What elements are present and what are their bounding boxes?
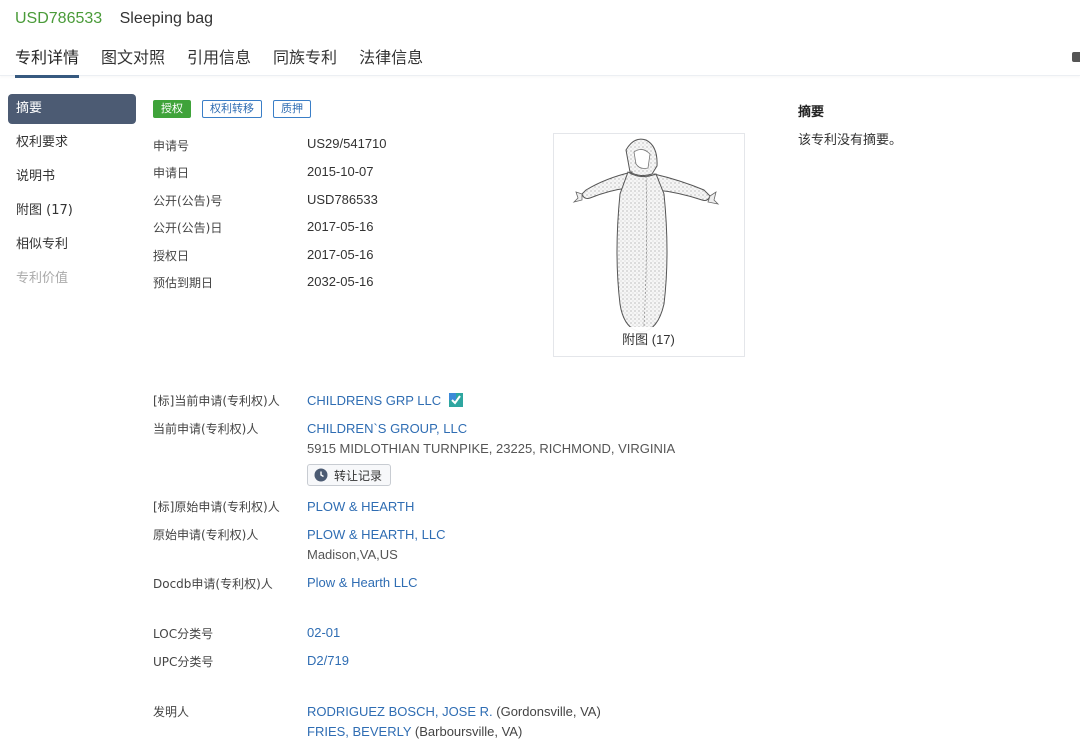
sidebar-item-abstract[interactable]: 摘要 [8, 94, 136, 124]
transfer-history-button[interactable]: 转让记录 [307, 464, 392, 486]
transfer-history-label: 转让记录 [334, 468, 383, 483]
tab-legal[interactable]: 法律信息 [359, 44, 423, 78]
abstract-heading: 摘要 [798, 105, 825, 120]
tab-figure-text[interactable]: 图文对照 [101, 44, 165, 78]
pledge-badge[interactable]: 质押 [273, 100, 311, 118]
edit-icon[interactable] [1072, 52, 1080, 62]
patent-title: Sleeping bag [119, 10, 214, 27]
publication-number: USD786533 [15, 10, 103, 27]
inventor-row: FRIES, BEVERLY (Barboursville, VA) [307, 724, 522, 739]
publication-number-value: USD786533 [307, 192, 378, 207]
transfer-badge[interactable]: 权利转移 [202, 100, 262, 118]
status-tags: 授权 权利转移 质押 [153, 100, 322, 118]
sidebar-item-similar[interactable]: 相似专利 [8, 230, 136, 264]
tab-bar: 专利详情 图文对照 引用信息 同族专利 法律信息 [15, 44, 445, 78]
granted-badge: 授权 [153, 100, 191, 118]
publication-date-value: 2017-05-16 [307, 219, 374, 234]
std-current-assignee-link[interactable]: CHILDRENS GRP LLC [307, 393, 441, 408]
expiry-date-label: 预估到期日 [153, 276, 214, 290]
docdb-assignee-link[interactable]: Plow & Hearth LLC [307, 575, 418, 590]
current-assignee-label: 当前申请(专利权)人 [153, 422, 259, 436]
current-assignee-address: 5915 MIDLOTHIAN TURNPIKE, 23225, RICHMON… [307, 441, 676, 456]
application-date-label: 申请日 [153, 166, 190, 180]
original-assignee-label: 原始申请(专利权)人 [153, 528, 259, 542]
std-current-assignee-row: CHILDRENS GRP LLC [307, 393, 463, 408]
publication-number-label: 公开(公告)号 [153, 194, 223, 208]
verified-icon [448, 393, 463, 407]
abstract-text: 该专利没有摘要。 [798, 133, 903, 148]
sidebar-item-description[interactable]: 说明书 [8, 162, 136, 196]
tab-patent-details[interactable]: 专利详情 [15, 44, 80, 78]
clock-icon [314, 468, 328, 482]
sidebar-item-value: 专利价值 [16, 271, 69, 286]
std-original-assignee-link[interactable]: PLOW & HEARTH [307, 499, 414, 514]
application-date-value: 2015-10-07 [307, 164, 374, 179]
inventor-row: RODRIGUEZ BOSCH, JOSE R. (Gordonsville, … [307, 704, 601, 719]
current-assignee-link[interactable]: CHILDREN`S GROUP, LLC [307, 421, 467, 436]
application-number-value: US29/541710 [307, 136, 387, 151]
patent-figure[interactable] [553, 133, 745, 357]
expiry-date-value: 2032-05-16 [307, 274, 374, 289]
tab-citations[interactable]: 引用信息 [187, 44, 251, 78]
std-current-assignee-label: [标]当前申请(专利权)人 [153, 394, 280, 408]
application-number-label: 申请号 [153, 139, 190, 153]
loc-class-link[interactable]: 02-01 [307, 625, 340, 640]
sleeping-bag-drawing [572, 138, 720, 333]
tab-family[interactable]: 同族专利 [273, 44, 337, 78]
grant-date-label: 授权日 [153, 249, 190, 263]
original-assignee-link[interactable]: PLOW & HEARTH, LLC [307, 527, 445, 542]
inventor-name-link[interactable]: FRIES, BEVERLY [307, 724, 411, 739]
std-original-assignee-label: [标]原始申请(专利权)人 [153, 500, 280, 514]
upc-class-label: UPC分类号 [153, 655, 214, 669]
page-header: USD786533 Sleeping bag 专利详情 图文对照 引用信息 同族… [0, 0, 1080, 78]
inventor-location: (Barboursville, VA) [414, 724, 523, 739]
upc-class-link[interactable]: D2/719 [307, 653, 349, 668]
figure-caption[interactable]: 附图 (17) [611, 327, 686, 353]
loc-class-label: LOC分类号 [153, 627, 214, 641]
inventors-label: 发明人 [153, 705, 190, 719]
publication-date-label: 公开(公告)日 [153, 221, 223, 235]
sidebar-item-claims[interactable]: 权利要求 [8, 128, 136, 162]
sidebar-item-figures[interactable]: 附图 (17) [8, 196, 136, 230]
patent-title-row: USD786533 Sleeping bag [15, 10, 213, 28]
sidebar: 摘要 权利要求 说明书 附图 (17) 相似专利 专利价值 [8, 94, 136, 298]
inventor-location: (Gordonsville, VA) [496, 704, 601, 719]
inventor-name-link[interactable]: RODRIGUEZ BOSCH, JOSE R. [307, 704, 493, 719]
grant-date-value: 2017-05-16 [307, 247, 374, 262]
docdb-assignee-label: Docdb申请(专利权)人 [153, 577, 273, 591]
original-assignee-location: Madison,VA,US [307, 547, 398, 562]
